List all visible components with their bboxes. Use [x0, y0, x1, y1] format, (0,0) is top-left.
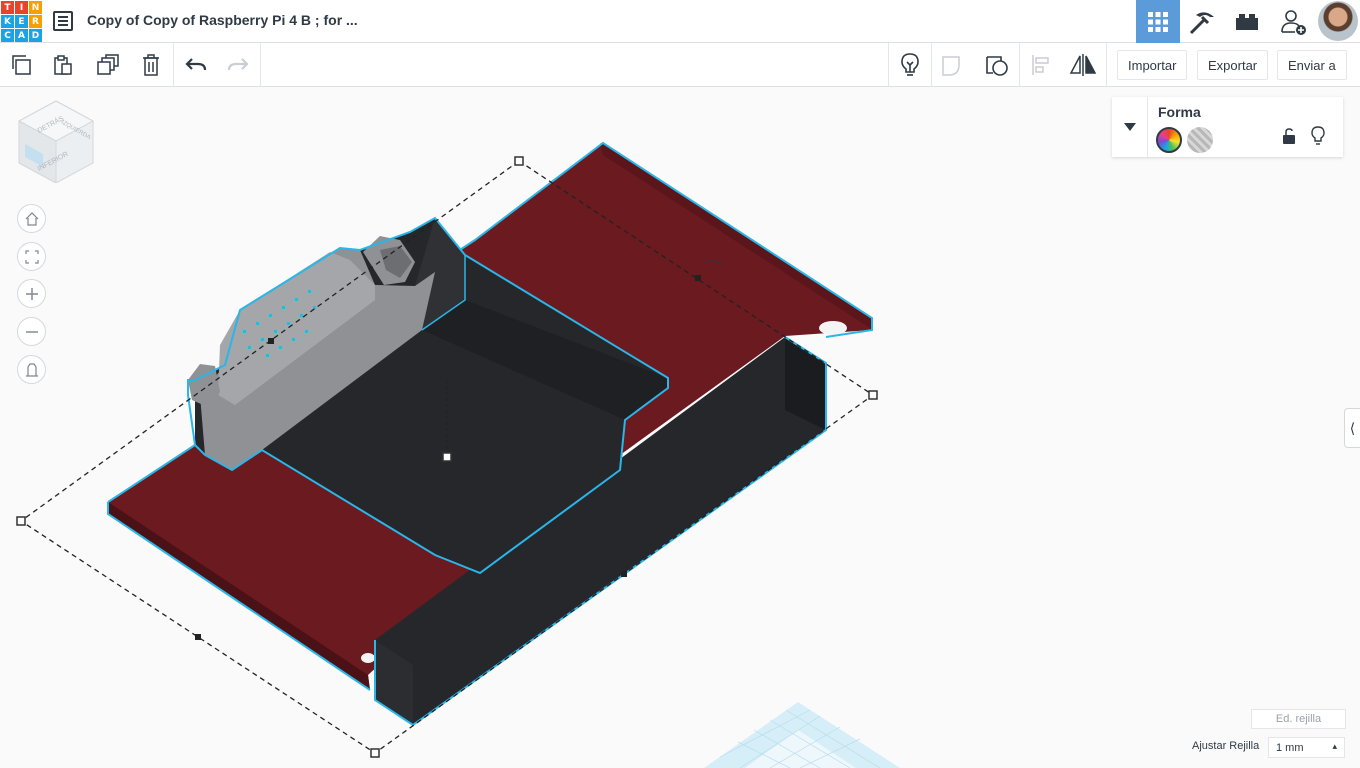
duplicate-icon[interactable]	[87, 43, 129, 86]
group-icon[interactable]	[932, 43, 974, 86]
design-title[interactable]: Copy of Copy of Raspberry Pi 4 B ; for .…	[87, 12, 358, 28]
scene-canvas[interactable]	[0, 87, 1360, 768]
bricks-icon[interactable]	[1225, 0, 1269, 43]
3d-workplane[interactable]: DETRÁS IZQUIERDA INFERIOR	[0, 87, 1360, 768]
snap-grid-select[interactable]: 1 mm	[1268, 737, 1345, 758]
home-view-icon[interactable]	[17, 204, 46, 233]
toolbar-divider	[173, 43, 174, 86]
workplane-grid	[704, 702, 900, 768]
logo-letter: K	[1, 15, 14, 28]
mirror-icon[interactable]	[1062, 43, 1104, 86]
hole-button[interactable]	[1187, 127, 1213, 153]
logo-letter: T	[1, 1, 14, 14]
logo-letter: A	[15, 29, 28, 42]
lightbulb-icon[interactable]	[889, 43, 931, 86]
paste-icon[interactable]	[42, 43, 84, 86]
view-cube[interactable]: DETRÁS IZQUIERDA INFERIOR	[17, 99, 95, 184]
zoom-in-icon[interactable]	[17, 279, 46, 308]
solid-color-button[interactable]	[1156, 127, 1182, 153]
perspective-icon[interactable]	[17, 355, 46, 384]
lock-icon[interactable]	[1282, 128, 1296, 149]
add-user-icon[interactable]	[1271, 0, 1315, 43]
toolbar-divider	[1106, 43, 1107, 86]
edit-grid-button[interactable]: Ed. rejilla	[1251, 709, 1346, 729]
export-button[interactable]: Exportar	[1197, 50, 1269, 80]
logo-letter: I	[15, 1, 28, 14]
logo-letter: E	[15, 15, 28, 28]
snap-grid-label: Ajustar Rejilla	[1192, 740, 1260, 752]
logo-letter: C	[1, 29, 14, 42]
trash-icon[interactable]	[130, 43, 172, 86]
fit-view-icon[interactable]	[17, 242, 46, 271]
logo-letter: N	[29, 1, 42, 14]
visibility-bulb-icon[interactable]	[1311, 126, 1325, 151]
ungroup-icon[interactable]	[976, 43, 1018, 86]
codeblocks-icon[interactable]	[1180, 0, 1224, 43]
logo-letter: R	[29, 15, 42, 28]
send-to-button[interactable]: Enviar a	[1277, 50, 1347, 80]
edit-toolbar: Importar Exportar Enviar a	[0, 43, 1360, 87]
shape-panel: Forma	[1112, 97, 1343, 157]
copy-icon[interactable]	[0, 43, 42, 86]
toolbar-divider	[260, 43, 261, 86]
import-button[interactable]: Importar	[1117, 50, 1188, 80]
top-bar: T I N K E R C A D Copy of Copy of Raspbe…	[0, 0, 1360, 43]
3d-design-icon[interactable]	[1136, 0, 1180, 43]
avatar[interactable]	[1318, 1, 1358, 41]
zoom-out-icon[interactable]	[17, 317, 46, 346]
collapse-panel-icon[interactable]	[1112, 97, 1148, 157]
side-panel-toggle-icon[interactable]: ⟨	[1344, 408, 1360, 448]
shape-panel-title: Forma	[1158, 104, 1201, 120]
logo-letter: D	[29, 29, 42, 42]
align-icon[interactable]	[1020, 43, 1062, 86]
design-list-icon[interactable]	[53, 11, 73, 31]
redo-icon[interactable]	[217, 43, 259, 86]
tinkercad-logo[interactable]: T I N K E R C A D	[0, 0, 42, 42]
undo-icon[interactable]	[175, 43, 217, 86]
